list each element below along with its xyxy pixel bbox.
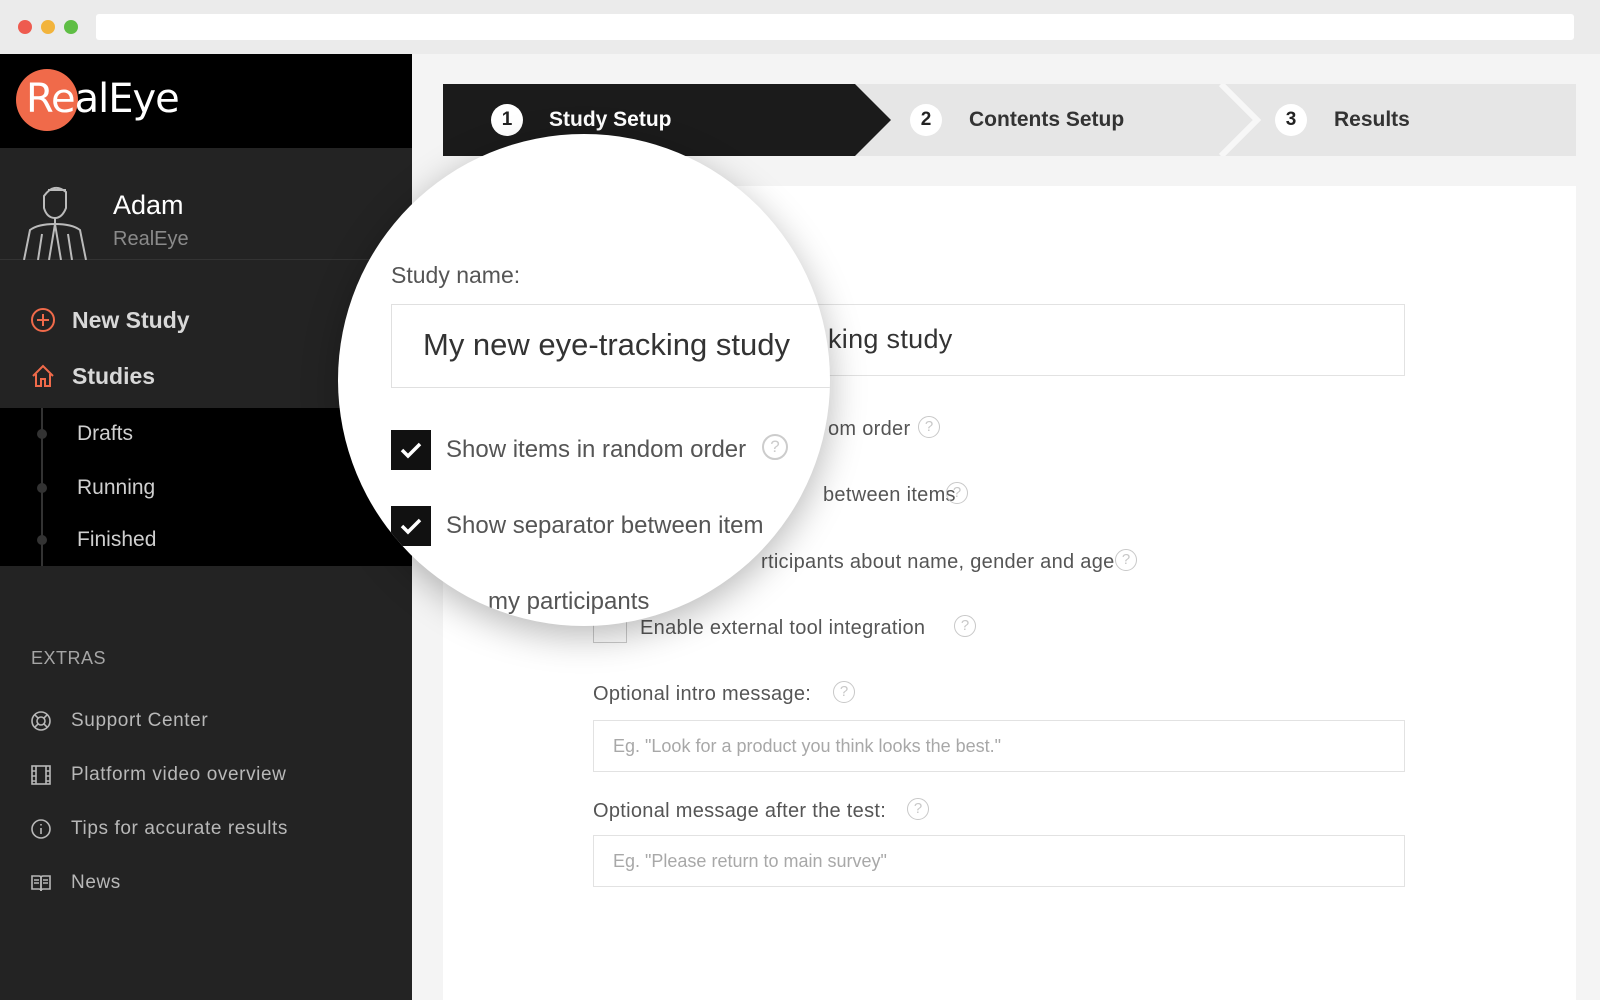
subnav-item-running[interactable]: Running [0, 462, 412, 514]
extra-label: Tips for accurate results [71, 818, 289, 839]
extra-support-center[interactable]: Support Center [30, 710, 208, 732]
separator-label-visible: between items [823, 484, 956, 506]
external-tool-label: Enable external tool integration [640, 617, 926, 639]
tab-study-setup[interactable]: Study Setup [549, 108, 672, 132]
film-icon [31, 765, 51, 785]
study-name-value-visible: king study [828, 324, 953, 354]
window-close-button[interactable] [18, 20, 32, 34]
study-name-value: My new eye-tracking study [423, 327, 790, 362]
plus-circle-icon [31, 308, 55, 332]
window-minimize-button[interactable] [41, 20, 55, 34]
random-order-checkbox[interactable] [391, 430, 431, 470]
sidebar: RealEye Adam RealEye New Study Studies D… [0, 54, 412, 1000]
intro-message-label: Optional intro message: [593, 683, 812, 705]
subnav-label: Running [77, 476, 156, 499]
bullet [37, 483, 47, 493]
help-icon[interactable]: ? [918, 416, 940, 438]
extra-video-overview[interactable]: Platform video overview [30, 764, 287, 786]
separator-checkbox[interactable] [391, 506, 431, 546]
bullet [37, 429, 47, 439]
after-message-placeholder: Eg. "Please return to main survey" [613, 851, 887, 871]
extra-label: Platform video overview [71, 764, 287, 785]
user-org: RealEye [113, 228, 189, 250]
avatar [23, 186, 87, 260]
ask-participants-label-visible: rticipants about name, gender and age [761, 551, 1115, 573]
after-message-label: Optional message after the test: [593, 800, 887, 822]
random-order-label-visible: om order [828, 418, 911, 440]
logo[interactable]: RealEye [26, 76, 180, 122]
random-order-label: Show items in random order [446, 436, 747, 463]
study-name-label: Study name: [391, 262, 521, 288]
nav-studies-label: Studies [72, 362, 156, 389]
intro-message-placeholder: Eg. "Look for a product you think looks … [613, 736, 1002, 756]
address-bar[interactable] [96, 14, 1574, 40]
extras-title: EXTRAS [31, 648, 107, 668]
tab-results[interactable]: Results [1334, 108, 1410, 132]
user-name: Adam [113, 190, 184, 220]
checkmark-icon [400, 518, 422, 535]
extra-tips[interactable]: Tips for accurate results [30, 818, 288, 840]
help-icon[interactable]: ? [762, 434, 788, 460]
lifebuoy-icon [31, 711, 51, 731]
bullet [37, 535, 47, 545]
browser-chrome [0, 0, 1600, 54]
magnifier-lens: Study name: My new eye-tracking study Sh… [338, 134, 830, 626]
help-icon[interactable]: ? [946, 482, 968, 504]
user-profile[interactable]: Adam RealEye [0, 148, 412, 260]
info-icon [31, 819, 51, 839]
step-2-number: 2 [910, 104, 942, 136]
tab-contents-setup[interactable]: Contents Setup [969, 108, 1124, 132]
step-1-number: 1 [491, 104, 523, 136]
separator-label: Show separator between item [446, 512, 764, 539]
book-icon [31, 875, 51, 892]
help-icon[interactable]: ? [954, 615, 976, 637]
extra-label: News [71, 872, 121, 893]
extra-news[interactable]: News [30, 872, 121, 894]
nav-new-study-label: New Study [72, 306, 190, 333]
ask-participants-label-zoomed: my participants [488, 588, 650, 615]
step-3-number: 3 [1275, 104, 1307, 136]
home-icon [32, 364, 54, 387]
window-maximize-button[interactable] [64, 20, 78, 34]
extra-label: Support Center [71, 710, 209, 731]
subnav-label: Finished [77, 528, 157, 551]
help-icon[interactable]: ? [833, 681, 855, 703]
subnav-label: Drafts [77, 422, 134, 445]
subnav-item-finished[interactable]: Finished [0, 514, 412, 566]
checkmark-icon [400, 442, 422, 459]
help-icon[interactable]: ? [1115, 549, 1137, 571]
logo-bar: RealEye [0, 54, 412, 148]
help-icon[interactable]: ? [907, 798, 929, 820]
